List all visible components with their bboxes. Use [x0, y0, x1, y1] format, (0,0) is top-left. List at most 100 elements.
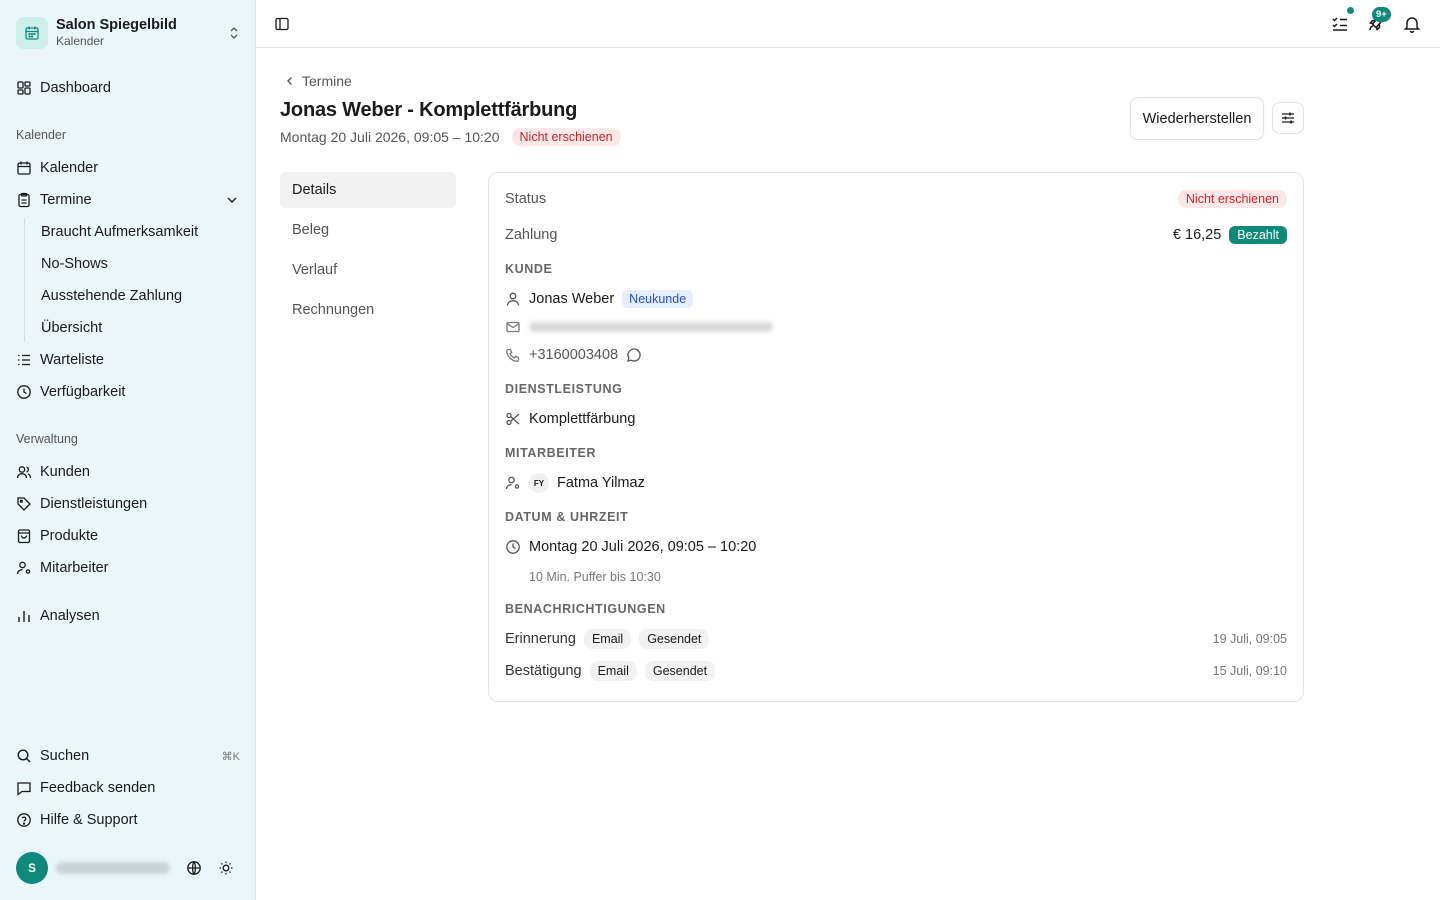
sidebar-item-label: Analysen	[40, 608, 100, 624]
sidebar-item-suchen[interactable]: Suchen ⌘K	[8, 742, 248, 770]
sidebar-item-analysen[interactable]: Analysen	[8, 602, 248, 630]
calendar-logo-icon	[16, 17, 48, 49]
payment-amount: € 16,25	[1172, 227, 1222, 243]
notification-channel: Email	[589, 661, 637, 681]
datetime-row: Montag 20 Juli 2026, 09:05 – 10:20	[505, 537, 1287, 557]
whatsapp-chat-icon[interactable]	[626, 347, 642, 363]
notification-state: Gesendet	[644, 661, 716, 681]
sidebar: Salon Spiegelbild Kalender Dashboard Kal…	[0, 0, 256, 900]
payment-status-badge: Bezahlt	[1229, 226, 1287, 244]
sidebar-item-dashboard[interactable]: Dashboard	[8, 74, 248, 102]
chevron-down-icon[interactable]	[224, 192, 240, 208]
customer-phone[interactable]: +3160003408	[529, 347, 618, 363]
sidebar-item-label: Suchen	[40, 748, 90, 764]
clipboard-icon	[18, 192, 30, 208]
sidebar-item-dienstleistungen[interactable]: Dienstleistungen	[8, 490, 248, 518]
shopping-bag-icon	[17, 529, 31, 544]
sidebar-item-mitarbeiter[interactable]: Mitarbeiter	[8, 554, 248, 582]
workspace-name: Salon Spiegelbild	[56, 17, 177, 33]
sidebar-item-label: Termine	[40, 192, 92, 208]
top-bar: 9+	[256, 0, 1440, 48]
back-link-label: Termine	[302, 73, 352, 89]
tab-beleg[interactable]: Beleg	[280, 212, 456, 248]
notification-type: Bestätigung	[505, 663, 582, 679]
email-row	[505, 318, 1287, 336]
submenu-divider	[24, 218, 25, 342]
sidebar-item-label: Warteliste	[40, 352, 104, 368]
payment-label: Zahlung	[505, 227, 558, 243]
phone-icon	[506, 348, 520, 362]
sidebar-subitem-attention[interactable]: Braucht Aufmerksamkeit	[41, 218, 198, 246]
sidebar-item-label: Feedback senden	[40, 780, 156, 796]
notification-channel: Email	[583, 629, 632, 649]
settings-button[interactable]	[1272, 102, 1304, 134]
sun-icon[interactable]	[218, 860, 234, 876]
clock-icon	[17, 385, 31, 399]
bar-chart-icon	[18, 611, 30, 622]
sidebar-item-label: Verfügbarkeit	[40, 384, 126, 400]
appointment-datetime: Montag 20 Juli 2026, 09:05 – 10:20	[280, 129, 500, 145]
tag-icon	[17, 497, 31, 511]
sidebar-item-label: Hilfe & Support	[40, 812, 138, 828]
chevrons-up-down-icon	[230, 27, 238, 39]
dashboard-icon	[17, 81, 31, 95]
user-email-redacted	[56, 862, 170, 874]
sidebar-subitem-no-shows[interactable]: No-Shows	[41, 250, 108, 278]
page-title: Jonas Weber - Komplettfärbung	[280, 99, 578, 121]
notification-row: Bestätigung Email Gesendet 15 Juli, 09:1…	[505, 660, 1287, 682]
appointment-datetime: Montag 20 Juli 2026, 09:05 – 10:20	[529, 539, 757, 555]
checklist-icon[interactable]	[1330, 14, 1350, 34]
sidebar-item-label: Kunden	[40, 464, 90, 480]
notification-state: Gesendet	[639, 629, 710, 649]
sidebar-item-label: Kalender	[40, 160, 99, 176]
clock-icon	[506, 540, 520, 554]
tab-details[interactable]: Details	[280, 172, 456, 208]
sidebar-item-warteliste[interactable]: Warteliste	[8, 346, 248, 374]
back-link[interactable]: Termine	[284, 73, 352, 89]
customer-section-header: KUNDE	[505, 262, 553, 276]
bell-icon[interactable]	[1402, 14, 1422, 34]
scissors-icon	[506, 412, 520, 426]
customer-row: Jonas Weber Neukunde	[505, 289, 1287, 309]
calendar-icon	[17, 161, 31, 175]
user-cog-icon	[16, 561, 31, 575]
status-badge: Nicht erschienen	[511, 128, 621, 146]
sliders-icon	[1282, 112, 1294, 124]
task-indicator-dot	[1346, 6, 1355, 15]
message-square-icon	[17, 782, 31, 796]
staff-row: FY Fatma Yilmaz	[505, 473, 1287, 493]
sidebar-subitem-overview[interactable]: Übersicht	[41, 314, 102, 342]
sidebar-item-kalender[interactable]: Kalender	[8, 154, 248, 182]
sidebar-item-kunden[interactable]: Kunden	[8, 458, 248, 486]
staff-name: Fatma Yilmaz	[557, 475, 645, 491]
notification-time: 15 Juli, 09:10	[1212, 664, 1287, 678]
user-icon	[506, 292, 520, 306]
notification-row: Erinnerung Email Gesendet 19 Juli, 09:05	[505, 628, 1287, 650]
customer-name[interactable]: Jonas Weber	[529, 291, 614, 307]
buffer-row: 10 Min. Puffer bis 10:30	[505, 569, 1287, 585]
user-menu[interactable]: S	[16, 852, 244, 884]
service-row: Komplettfärbung	[505, 409, 1287, 429]
sidebar-item-termine[interactable]: Termine	[8, 186, 248, 214]
sidebar-item-label: Dienstleistungen	[40, 496, 148, 512]
sidebar-toggle-icon[interactable]	[274, 16, 290, 32]
avatar[interactable]: S	[16, 852, 48, 884]
sidebar-item-produkte[interactable]: Produkte	[8, 522, 248, 550]
updates-badge: 9+	[1372, 7, 1391, 22]
restore-button[interactable]: Wiederherstellen	[1130, 97, 1264, 140]
details-card: Status Nicht erschienen Zahlung € 16,25 …	[488, 172, 1304, 702]
status-row: Status Nicht erschienen	[505, 189, 1287, 209]
globe-icon[interactable]	[186, 860, 202, 876]
sidebar-item-feedback[interactable]: Feedback senden	[8, 774, 248, 802]
new-customer-badge: Neukunde	[622, 290, 694, 308]
user-cog-icon	[505, 476, 520, 490]
sidebar-item-hilfe[interactable]: Hilfe & Support	[8, 806, 248, 834]
appointment-subtitle: Montag 20 Juli 2026, 09:05 – 10:20 Nicht…	[280, 128, 621, 146]
workspace-switcher[interactable]: Salon Spiegelbild Kalender	[16, 14, 242, 52]
sidebar-item-label: Dashboard	[40, 80, 111, 96]
tab-rechnungen[interactable]: Rechnungen	[280, 292, 456, 328]
sidebar-item-verfuegbarkeit[interactable]: Verfügbarkeit	[8, 378, 248, 406]
sidebar-subitem-pending-payment[interactable]: Ausstehende Zahlung	[41, 282, 182, 310]
tab-verlauf[interactable]: Verlauf	[280, 252, 456, 288]
help-circle-icon	[17, 813, 31, 827]
